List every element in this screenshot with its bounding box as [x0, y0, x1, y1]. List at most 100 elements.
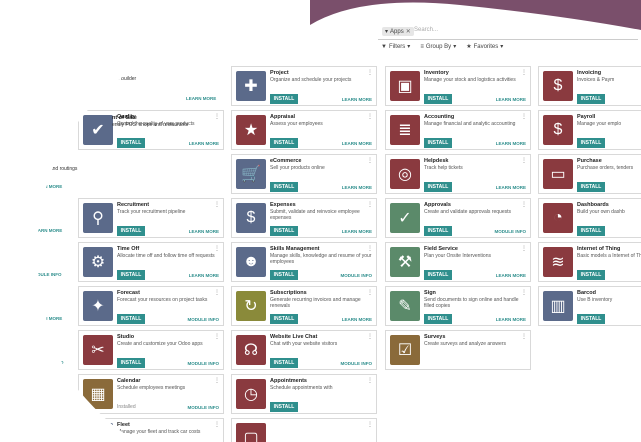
- search-facet[interactable]: ▾ Apps ✕: [382, 27, 414, 36]
- kebab-menu-icon[interactable]: ⋮: [367, 377, 373, 384]
- learn-more-link[interactable]: MODULE INFO: [188, 317, 220, 322]
- install-button[interactable]: INSTALL: [117, 358, 145, 368]
- learn-more-link[interactable]: MODULE INFO: [188, 361, 220, 366]
- partial-learn-more-link[interactable]: MODULE INFO: [30, 272, 62, 277]
- kebab-menu-icon[interactable]: ⋮: [367, 69, 373, 76]
- app-card[interactable]: $ Expenses Submit, validate and reinvoice …: [231, 198, 377, 238]
- kebab-menu-icon[interactable]: ⋮: [367, 113, 373, 120]
- app-card[interactable]: ✚ Project Organize and schedule your proje…: [231, 66, 377, 106]
- install-button[interactable]: INSTALL: [424, 314, 452, 324]
- install-button[interactable]: INSTALL: [270, 226, 298, 236]
- kebab-menu-icon[interactable]: ⋮: [521, 333, 527, 340]
- install-button[interactable]: INSTALL: [270, 94, 298, 104]
- app-card[interactable]: ⚒ Field Service Plan your Onsite Intervent…: [385, 242, 531, 282]
- install-button[interactable]: INSTALL: [117, 314, 145, 324]
- app-card[interactable]: ▭ Purchase Purchase orders, tenders INSTALL…: [538, 154, 641, 194]
- app-card[interactable]: ↻ Subscriptions Generate recurring invoice…: [231, 286, 377, 326]
- learn-more-link[interactable]: MODULE INFO: [341, 273, 373, 278]
- kebab-menu-icon[interactable]: ⋮: [214, 421, 220, 428]
- install-button[interactable]: INSTALL: [424, 182, 452, 192]
- search-input[interactable]: Search...: [414, 27, 438, 33]
- install-button[interactable]: INSTALL: [270, 182, 298, 192]
- install-button[interactable]: INSTALL: [577, 314, 605, 324]
- kebab-menu-icon[interactable]: ⋮: [214, 333, 220, 340]
- kebab-menu-icon[interactable]: ⋮: [367, 333, 373, 340]
- app-card[interactable]: ★ Appraisal Assess your employees INSTALL LE…: [231, 110, 377, 150]
- learn-more-link[interactable]: LEARN MORE: [496, 97, 526, 102]
- app-card[interactable]: ⚙ Time Off Allocate time off and follow ti…: [78, 242, 224, 282]
- kebab-menu-icon[interactable]: ⋮: [521, 113, 527, 120]
- app-card[interactable]: ≋ Internet of Thing Basic models a Interne…: [538, 242, 641, 282]
- app-card[interactable]: ✎ Sign Send documents to sign online and h…: [385, 286, 531, 326]
- app-card[interactable]: ✦ Forecast Forecast your resources on proj…: [78, 286, 224, 326]
- learn-more-link[interactable]: LEARN MORE: [342, 141, 372, 146]
- app-card[interactable]: 🛒 eCommerce Sell your products online INSTA…: [231, 154, 377, 194]
- filters-button[interactable]: ▼ Filters ▾: [381, 43, 410, 51]
- app-card[interactable]: ◎ Helpdesk Track help tickets INSTALL LEARN …: [385, 154, 531, 194]
- kebab-menu-icon[interactable]: ⋮: [521, 245, 527, 252]
- install-button[interactable]: INSTALL: [577, 270, 605, 280]
- kebab-menu-icon[interactable]: ⋮: [367, 421, 373, 428]
- install-button[interactable]: INSTALL: [577, 226, 605, 236]
- app-card[interactable]: ✓ Approvals Create and validate approvals …: [385, 198, 531, 238]
- learn-more-link[interactable]: LEARN MORE: [342, 229, 372, 234]
- app-card[interactable]: ▢ ⋮: [231, 418, 377, 442]
- learn-more-link[interactable]: MODULE INFO: [188, 405, 220, 410]
- install-button[interactable]: INSTALL: [117, 138, 145, 148]
- app-card[interactable]: ☑ Surveys Create surveys and analyze answe…: [385, 330, 531, 370]
- group-by-button[interactable]: ≡ Group By ▾: [420, 43, 456, 51]
- partial-learn-more-link[interactable]: LEARN MORE: [32, 184, 62, 189]
- app-card[interactable]: ◔DashboardsBuild your own dashbINSTALL⋮: [538, 198, 641, 238]
- install-button[interactable]: INSTALL: [270, 402, 298, 412]
- kebab-menu-icon[interactable]: ⋮: [367, 289, 373, 296]
- install-button[interactable]: INSTALL: [424, 270, 452, 280]
- kebab-menu-icon[interactable]: ⋮: [214, 289, 220, 296]
- search-bar[interactable]: ▾ Apps ✕ Search...: [378, 25, 638, 40]
- app-card[interactable]: $InvoicingInvoices & PaymINSTALL⋮: [538, 66, 641, 106]
- kebab-menu-icon[interactable]: ⋮: [521, 289, 527, 296]
- install-button[interactable]: INSTALL: [577, 138, 605, 148]
- install-button[interactable]: INSTALL: [424, 94, 452, 104]
- partial-learn-more-link[interactable]: MODULE INFO: [32, 360, 64, 365]
- app-card[interactable]: ☻ Skills Management Manage skills, knowled…: [231, 242, 377, 282]
- favorites-button[interactable]: ★ Favorites ▾: [466, 43, 503, 51]
- kebab-menu-icon[interactable]: ⋮: [521, 201, 527, 208]
- app-card[interactable]: ⚲ Recruitment Track your recruitment pipel…: [78, 198, 224, 238]
- kebab-menu-icon[interactable]: ⋮: [214, 377, 220, 384]
- install-button[interactable]: INSTALL: [424, 226, 452, 236]
- kebab-menu-icon[interactable]: ⋮: [521, 69, 527, 76]
- app-card[interactable]: ✔ Quality Control the quality of your prod…: [78, 110, 224, 150]
- install-button[interactable]: INSTALL: [577, 182, 605, 192]
- install-button[interactable]: INSTALL: [270, 314, 298, 324]
- learn-more-link[interactable]: LEARN MORE: [496, 317, 526, 322]
- kebab-menu-icon[interactable]: ⋮: [521, 157, 527, 164]
- kebab-menu-icon[interactable]: ⋮: [214, 201, 220, 208]
- app-card[interactable]: ◷ Appointments Schedule appointments with I…: [231, 374, 377, 414]
- install-button[interactable]: INSTALL: [270, 270, 298, 280]
- learn-more-link[interactable]: LEARN MORE: [189, 229, 219, 234]
- partial-learn-more-link[interactable]: LEARN MORE: [32, 228, 62, 233]
- install-button[interactable]: INSTALL: [117, 270, 145, 280]
- app-card[interactable]: ✂ Studio Create and customize your Odoo ap…: [78, 330, 224, 370]
- app-card[interactable]: ≣ Accounting Manage financial and analytic…: [385, 110, 531, 150]
- app-card[interactable]: ▣ Inventory Manage your stock and logistic…: [385, 66, 531, 106]
- partial-learn-more-link[interactable]: LEARN MORE: [32, 316, 62, 321]
- app-card[interactable]: $PayrollManage your emploINSTALL⋮: [538, 110, 641, 150]
- learn-more-link[interactable]: LEARN MORE: [496, 273, 526, 278]
- close-icon[interactable]: ✕: [406, 28, 411, 35]
- app-card[interactable]: ☊ Website Live Chat Chat with your website…: [231, 330, 377, 370]
- app-card[interactable]: ▥BarcodUse B inventoryINSTALL⋮: [538, 286, 641, 326]
- install-button[interactable]: INSTALL: [117, 226, 145, 236]
- learn-more-link[interactable]: MODULE INFO: [495, 229, 527, 234]
- install-button[interactable]: INSTALL: [577, 94, 605, 104]
- kebab-menu-icon[interactable]: ⋮: [214, 245, 220, 252]
- kebab-menu-icon[interactable]: ⋮: [367, 245, 373, 252]
- app-card[interactable]: ▦ Calendar Schedule employees meetings Inst…: [78, 374, 224, 414]
- learn-more-link[interactable]: LEARN MORE: [342, 97, 372, 102]
- kebab-menu-icon[interactable]: ⋮: [214, 113, 220, 120]
- install-button[interactable]: INSTALL: [270, 358, 298, 368]
- learn-more-link[interactable]: LEARN MORE: [342, 317, 372, 322]
- app-card[interactable]: ⛟ Fleet Manage your fleet and track car co…: [78, 418, 224, 442]
- kebab-menu-icon[interactable]: ⋮: [367, 157, 373, 164]
- learn-more-link[interactable]: LEARN MORE: [496, 185, 526, 190]
